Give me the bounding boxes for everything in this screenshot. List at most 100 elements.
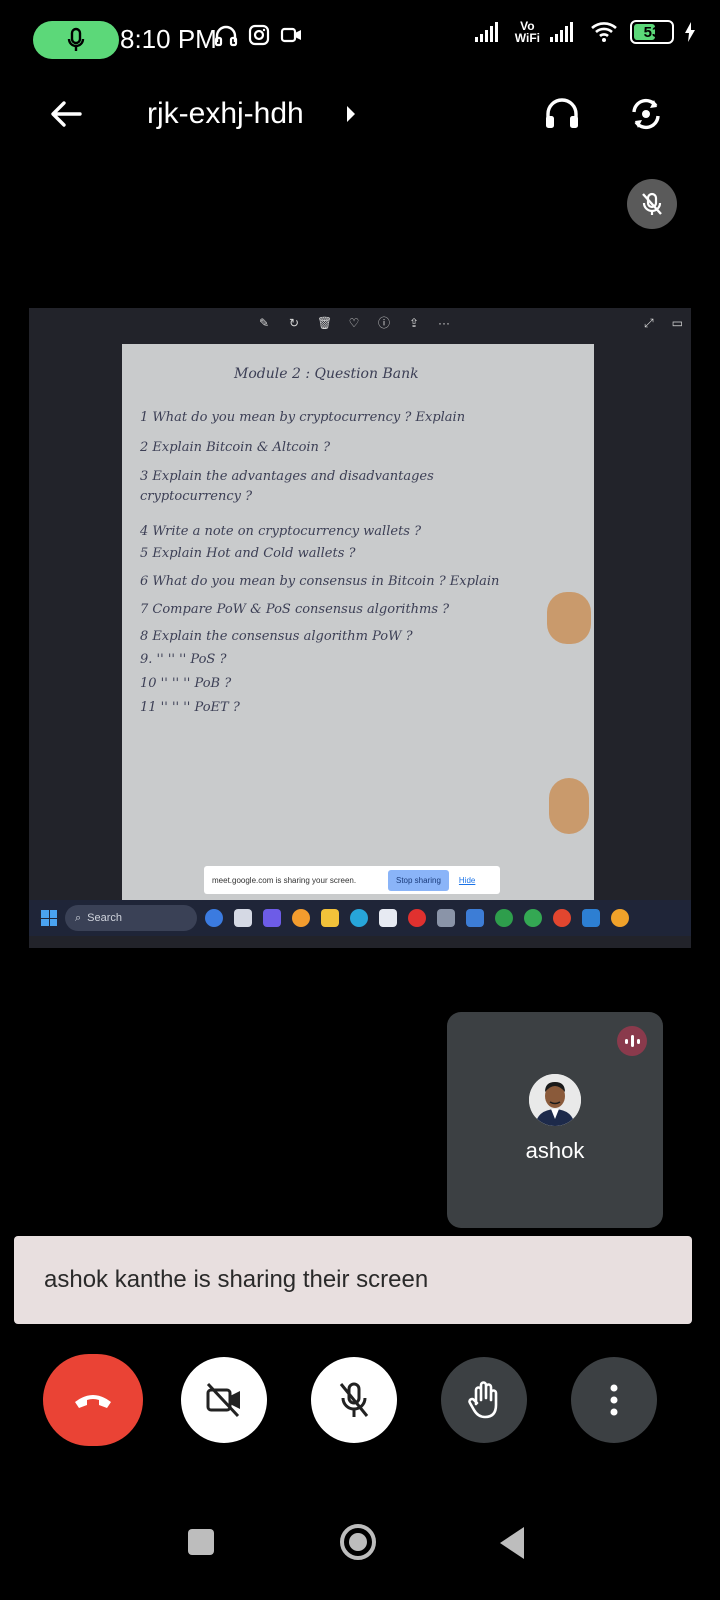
rotate-icon[interactable]: ↻ [287,316,301,330]
end-call-button[interactable] [43,1354,143,1446]
info-icon[interactable]: ⓘ [377,316,391,330]
self-name: ashok [525,1138,585,1163]
search-icon: ⌕ [75,911,82,924]
photo-viewer-toolbar: ✎ ↻ 🗑 ♡ ⓘ ⇪ ··· ⤢ ▭ [29,308,691,344]
paper-line: 7 Compare PoW & PoS consensus algorithms… [140,602,450,617]
chrome-icon[interactable] [524,909,542,927]
recents-button[interactable] [188,1529,214,1555]
battery-level: 53 [643,23,661,41]
paper-line: cryptocurrency ? [140,489,253,504]
paper-line: 4 Write a note on cryptocurrency wallets… [140,524,422,539]
camera-toggle-button[interactable] [181,1357,267,1443]
edit-icon[interactable]: ✎ [257,316,271,330]
clock: 8:10 PM [120,24,217,54]
teams-icon[interactable] [263,909,281,927]
file-explorer-icon[interactable] [234,909,252,927]
share-notice-text: meet.google.com is sharing your screen. [212,875,357,885]
edge-icon[interactable] [350,909,368,927]
signal-icon-2 [550,22,573,42]
vowifi-label-wifi: WiFi [514,31,540,45]
mic-icon [67,27,85,51]
headphones-icon[interactable] [540,92,584,136]
opera-icon[interactable] [408,909,426,927]
taskbar-apps [205,909,629,927]
mic-off-icon [339,1382,369,1417]
wifi-icon [591,22,617,42]
chevron-right-icon[interactable] [344,102,358,126]
phone-hangup-icon [75,1395,111,1408]
share-icon[interactable]: ⇪ [407,316,421,330]
store-icon[interactable] [379,909,397,927]
meeting-code-title[interactable]: rjk-exhj-hdh [147,97,304,131]
system-status-icons: Vo WiFi 53 [474,20,696,44]
paper-line: 5 Explain Hot and Cold wallets ? [140,546,356,561]
self-view-tile[interactable]: ashok [447,1012,663,1228]
firefox-icon[interactable] [292,909,310,927]
settings-icon[interactable] [437,909,455,927]
status-bar: 8:10 PM Vo WiFi 53 [0,0,720,80]
stop-sharing-button[interactable]: Stop sharing [388,869,449,891]
more-options-button[interactable] [571,1357,657,1443]
paper-line: 10 '' '' '' PoB ? [140,676,232,691]
presenter-finger [549,778,589,834]
windows-start-icon[interactable] [41,910,57,926]
mic-off-icon [642,192,662,215]
folder-icon[interactable] [321,909,339,927]
screen-share-notice: meet.google.com is sharing your screen. … [204,866,500,894]
presenter-finger [547,592,591,644]
chrome-icon[interactable] [611,909,629,927]
app-bar: rjk-exhj-hdh [0,80,720,150]
more-vertical-icon [610,1384,618,1416]
windows-taskbar: ⌕ Search [29,900,691,936]
instagram-icon [248,24,270,46]
bing-icon[interactable] [205,909,223,927]
expand-icon[interactable]: ⤢ [644,316,654,331]
signal-icon [474,22,498,42]
notification-icons [214,24,304,48]
paper-line: 6 What do you mean by consensus in Bitco… [140,574,500,589]
delete-icon[interactable]: 🗑 [317,316,332,330]
xbox-icon[interactable] [495,909,513,927]
system-navigation-bar [0,1490,720,1600]
mic-toggle-button[interactable] [311,1357,397,1443]
paper-line: 2 Explain Bitcoin & Altcoin ? [140,440,331,455]
question-bank-paper: Module 2 : Question Bank 1 What do you m… [122,344,594,900]
app-icon[interactable] [466,909,484,927]
avatar [529,1074,581,1126]
toast-message: ashok kanthe is sharing their screen [44,1266,429,1293]
paper-line: 8 Explain the consensus algorithm PoW ? [140,629,413,644]
charging-bolt-icon [685,22,695,42]
vowifi-indicator: Vo WiFi [515,20,540,44]
sharing-toast: ashok kanthe is sharing their screen [14,1236,692,1324]
call-controls [0,1354,720,1450]
switch-camera-icon[interactable] [624,92,668,136]
audio-level-icon [617,1026,647,1056]
paper-line: 9. '' '' '' PoS ? [140,652,227,667]
camera-off-icon [206,1382,240,1418]
home-button[interactable] [340,1524,376,1560]
person-photo [529,1074,581,1126]
hide-link[interactable]: Hide [459,876,475,885]
viewer-window-tools: ⤢ ▭ [644,316,683,331]
viewer-tools: ✎ ↻ 🗑 ♡ ⓘ ⇪ ··· [257,316,451,330]
taskbar-search-label: Search [87,912,123,924]
paper-line: 3 Explain the advantages and disadvantag… [140,469,434,484]
mic-in-use-indicator[interactable] [33,21,119,59]
photos-icon[interactable] [582,909,600,927]
shared-screen: ✎ ↻ 🗑 ♡ ⓘ ⇪ ··· ⤢ ▭ Module 2 : Question … [29,308,691,948]
app-icon[interactable] [553,909,571,927]
arrow-left-icon[interactable] [46,94,86,134]
back-button[interactable] [500,1527,524,1559]
taskbar-search[interactable]: ⌕ Search [65,905,197,931]
more-horizontal-icon[interactable]: ··· [437,316,451,330]
favorite-icon[interactable]: ♡ [347,316,361,330]
raise-hand-icon [468,1381,498,1419]
fit-icon[interactable]: ▭ [672,316,683,331]
presenter-muted-badge [627,179,677,229]
headphones-notification-icon [214,25,238,47]
raise-hand-button[interactable] [441,1357,527,1443]
video-notification-icon [280,27,301,43]
battery-indicator: 53 [630,20,674,44]
paper-line: 1 What do you mean by cryptocurrency ? E… [140,410,466,425]
paper-line: 11 '' '' '' PoET ? [140,700,240,715]
